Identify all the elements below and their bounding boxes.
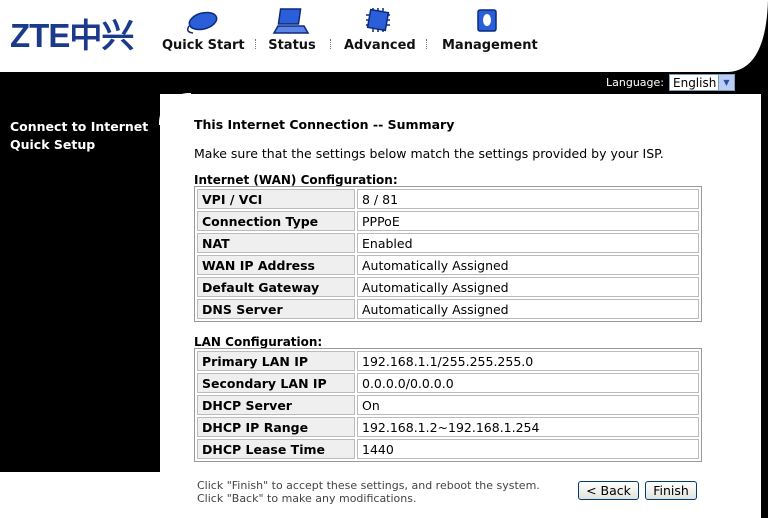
nav-separator: [330, 39, 332, 49]
row-key: NAT: [197, 233, 355, 253]
row-value: On: [357, 395, 699, 415]
nav-label: Quick Start: [162, 38, 245, 53]
row-value: 192.168.1.2~192.168.1.254: [357, 417, 699, 437]
mouse-icon: [186, 11, 218, 34]
nav-separator: [426, 39, 428, 49]
nav-label: Advanced: [344, 38, 416, 53]
nav-label: Management: [442, 38, 538, 53]
nav-management[interactable]: Management: [442, 6, 538, 53]
back-button[interactable]: < Back: [578, 481, 639, 500]
sidebar-menu: Connect to Internet Quick Setup: [10, 118, 148, 154]
finish-note: Click "Finish" to accept these settings,…: [197, 479, 540, 492]
row-value: PPPoE: [357, 211, 699, 231]
table-row: Primary LAN IP 192.168.1.1/255.255.255.0: [197, 351, 699, 371]
table-row: Default Gateway Automatically Assigned: [197, 277, 699, 297]
wan-config-table: VPI / VCI 8 / 81 Connection Type PPPoE NAT…: [194, 186, 702, 322]
chevron-down-icon[interactable]: ▼: [718, 75, 734, 90]
wan-heading: Internet (WAN) Configuration:: [194, 173, 398, 187]
language-select[interactable]: English ▼: [669, 74, 735, 91]
chip-icon: [366, 8, 390, 32]
language-label: Language:: [606, 76, 664, 89]
lan-heading: LAN Configuration:: [194, 335, 323, 349]
row-key: DHCP Lease Time: [197, 439, 355, 459]
nav-label: Status: [268, 38, 316, 53]
row-value: 192.168.1.1/255.255.255.0: [357, 351, 699, 371]
header-curve: [728, 0, 768, 72]
row-value: Automatically Assigned: [357, 255, 699, 275]
table-row: VPI / VCI 8 / 81: [197, 189, 699, 209]
content-corner: [159, 93, 191, 125]
table-row: WAN IP Address Automatically Assigned: [197, 255, 699, 275]
row-value: 0.0.0.0/0.0.0.0: [357, 373, 699, 393]
row-value: 8 / 81: [357, 189, 699, 209]
row-key: Default Gateway: [197, 277, 355, 297]
finish-button[interactable]: Finish: [645, 481, 697, 500]
back-note: Click "Back" to make any modifications.: [197, 492, 417, 505]
sidebar-item-connect-to-internet[interactable]: Connect to Internet: [10, 118, 148, 136]
table-row: Connection Type PPPoE: [197, 211, 699, 231]
row-value: 1440: [357, 439, 699, 459]
row-key: Primary LAN IP: [197, 351, 355, 371]
laptop-icon: [272, 8, 310, 34]
lan-config-table: Primary LAN IP 192.168.1.1/255.255.255.0 …: [194, 348, 702, 462]
table-row: DHCP IP Range 192.168.1.2~192.168.1.254: [197, 417, 699, 437]
sidebar-item-quick-setup[interactable]: Quick Setup: [10, 136, 148, 154]
row-value: Automatically Assigned: [357, 277, 699, 297]
row-key: DNS Server: [197, 299, 355, 319]
nav-separator: [255, 39, 257, 49]
page-title: This Internet Connection -- Summary: [194, 117, 455, 132]
row-value: Automatically Assigned: [357, 299, 699, 319]
language-selected-value: English: [673, 76, 717, 90]
table-row: DNS Server Automatically Assigned: [197, 299, 699, 319]
row-key: VPI / VCI: [197, 189, 355, 209]
nav-quick-start[interactable]: Quick Start: [162, 6, 245, 53]
table-row: DHCP Lease Time 1440: [197, 439, 699, 459]
zte-logo: ZTE中兴: [10, 17, 134, 54]
right-frame: [761, 94, 768, 518]
book-icon: [477, 9, 497, 32]
row-key: DHCP IP Range: [197, 417, 355, 437]
table-row: Secondary LAN IP 0.0.0.0/0.0.0.0: [197, 373, 699, 393]
nav-advanced[interactable]: Advanced: [344, 6, 416, 53]
intro-text: Make sure that the settings below match …: [194, 146, 664, 161]
row-key: WAN IP Address: [197, 255, 355, 275]
row-key: Connection Type: [197, 211, 355, 231]
table-row: NAT Enabled: [197, 233, 699, 253]
row-key: DHCP Server: [197, 395, 355, 415]
row-key: Secondary LAN IP: [197, 373, 355, 393]
table-row: DHCP Server On: [197, 395, 699, 415]
row-value: Enabled: [357, 233, 699, 253]
nav-status[interactable]: Status: [268, 6, 316, 53]
